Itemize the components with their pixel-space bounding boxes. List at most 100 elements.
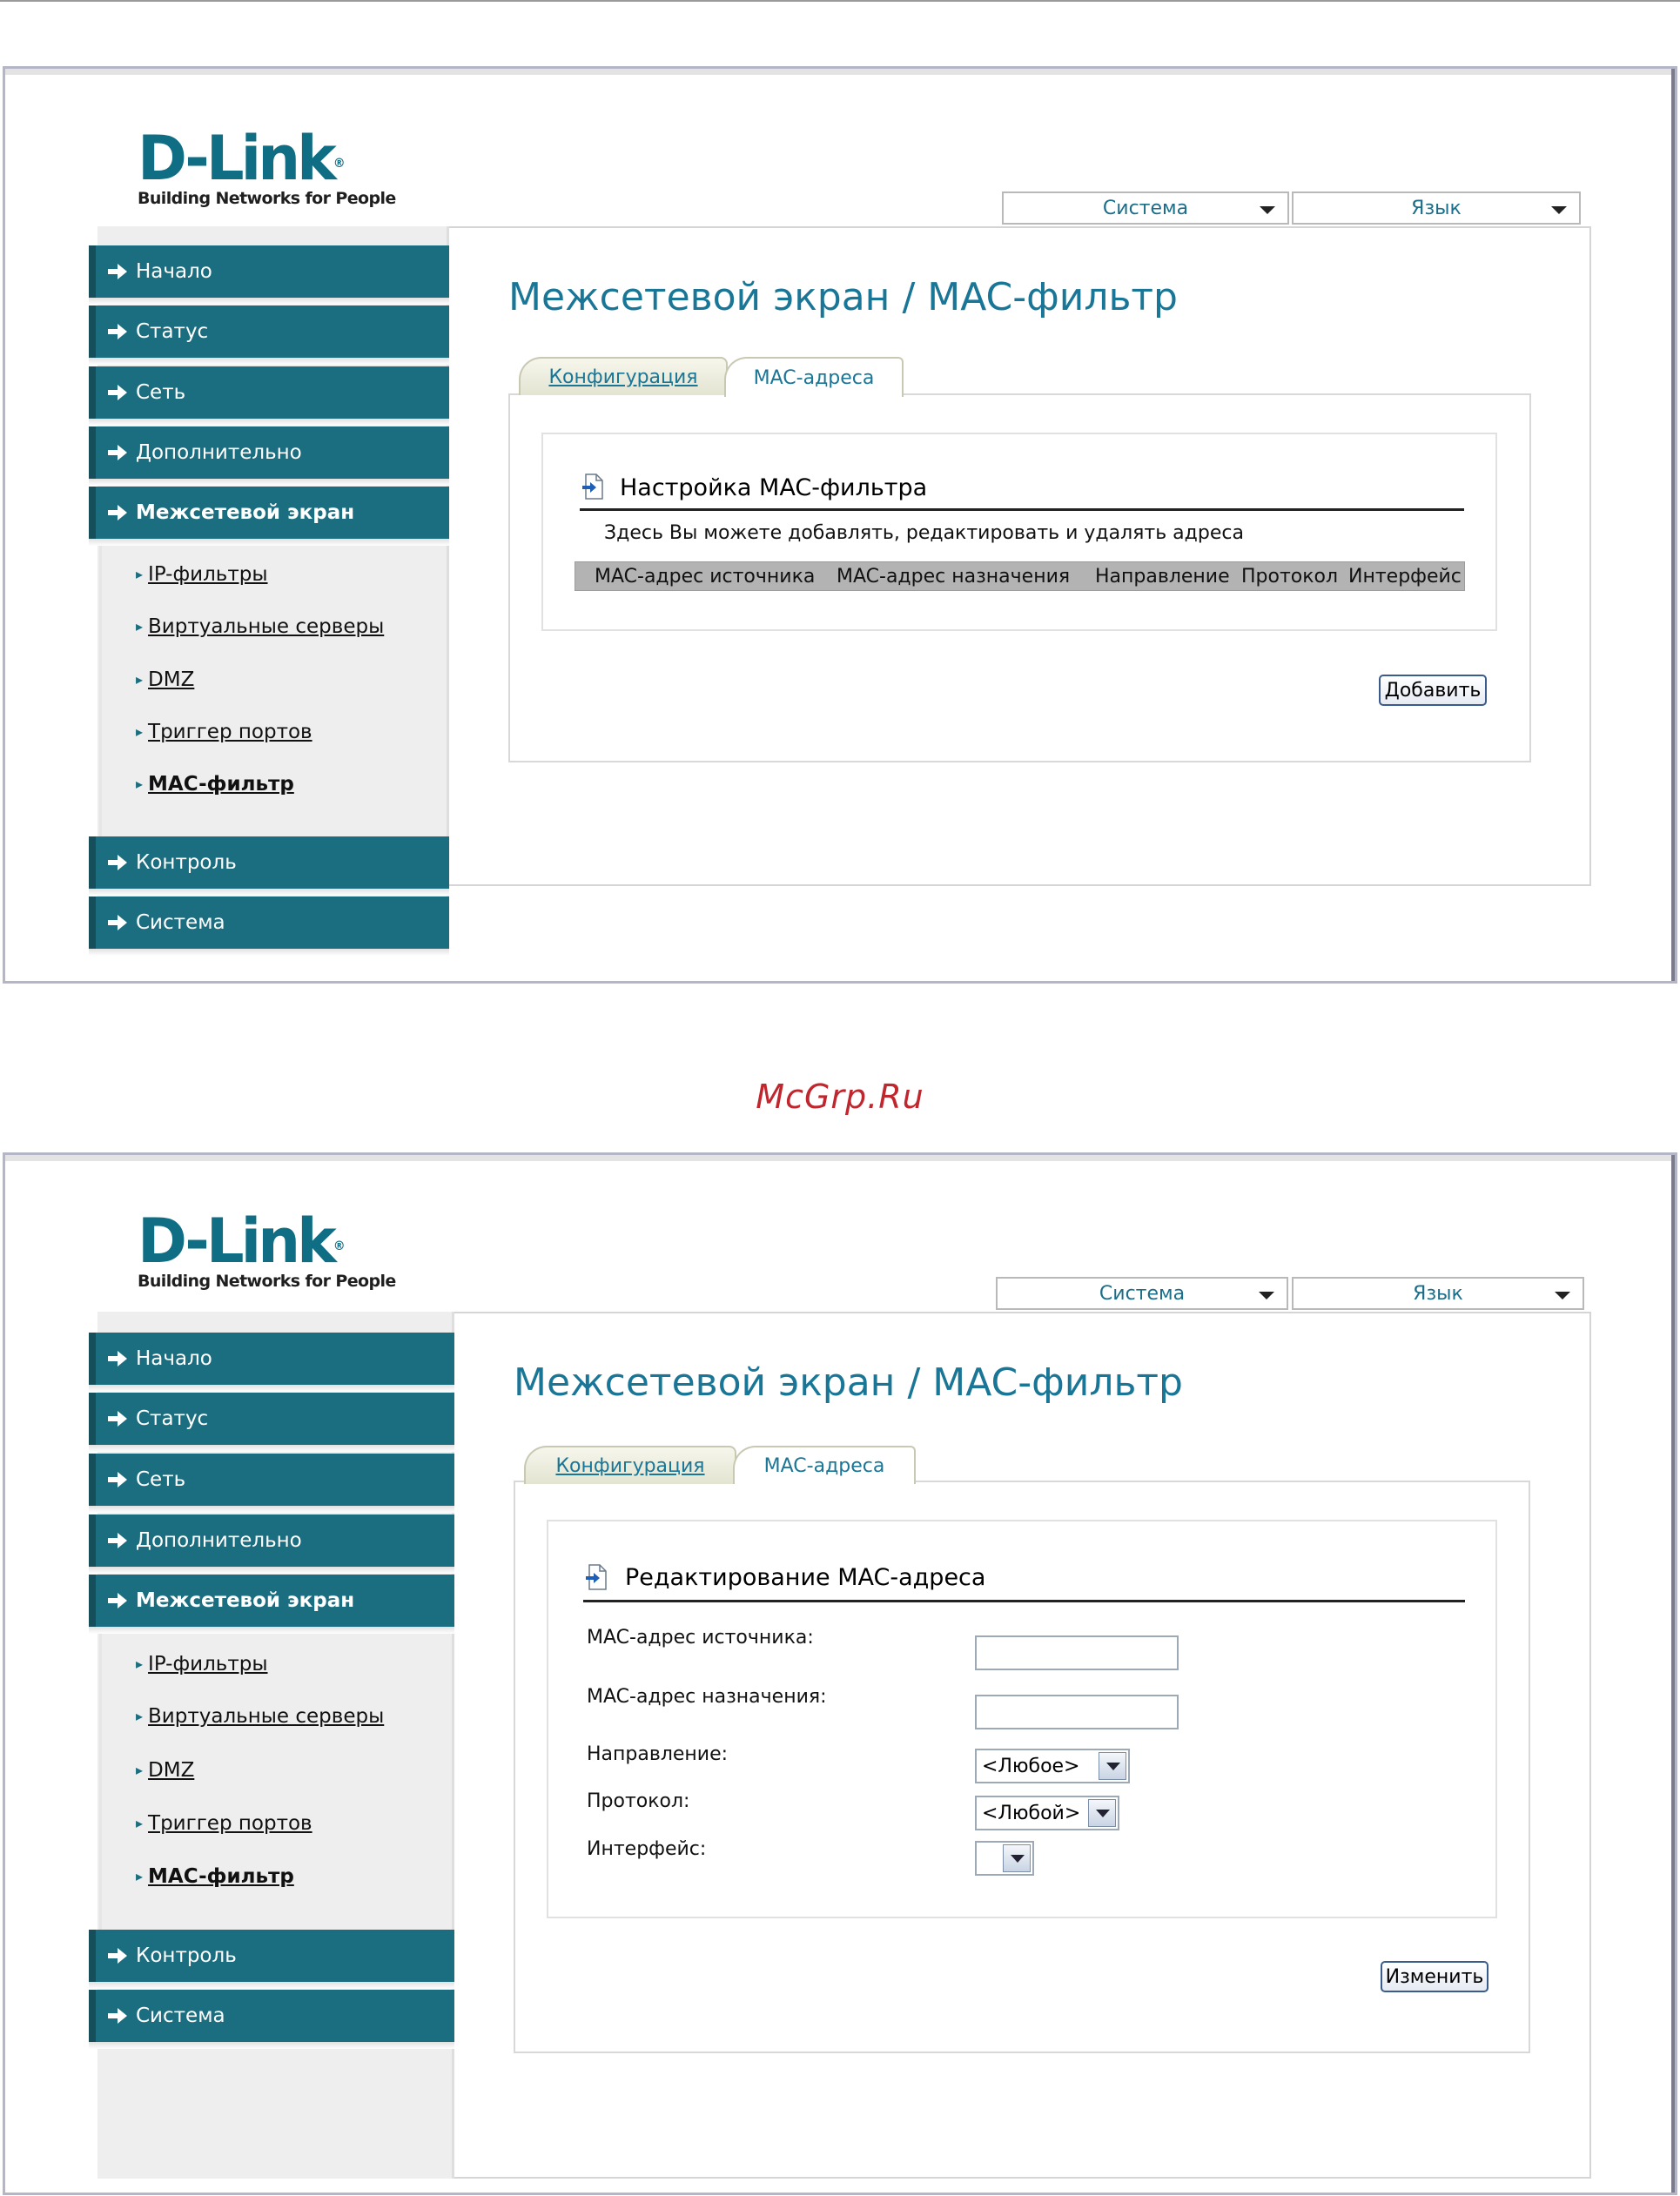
window-right-border [1671, 1155, 1675, 2193]
arrow-right-icon [108, 1351, 127, 1367]
protocol-label: Протокол: [587, 1790, 690, 1812]
page-title: Межсетевой экран / MAC-фильтр [514, 1360, 1183, 1405]
menu-item-network[interactable]: Сеть [89, 366, 449, 426]
menu-item-label: Система [136, 911, 225, 934]
destination-mac-input[interactable] [975, 1695, 1179, 1729]
arrow-right-icon [108, 324, 127, 339]
protocol-select-value: <Любой> [982, 1802, 1081, 1824]
protocol-select[interactable]: <Любой> [975, 1796, 1119, 1830]
menu-item-firewall[interactable]: Межсетевой экран [89, 487, 449, 546]
top-rule [0, 0, 1680, 2]
chevron-down-icon [1555, 1292, 1570, 1299]
menu-item-label: Межсетевой экран [136, 501, 355, 524]
logo-wordmark: D-Link® [138, 1205, 346, 1277]
tab-mac-addresses[interactable]: MAC-адреса [733, 1446, 916, 1484]
menu-item-label: Сеть [136, 1468, 186, 1491]
window-top-bar [5, 69, 1675, 75]
system-menu-select[interactable]: Система [1002, 191, 1289, 225]
menu-item-system[interactable]: Система [89, 1990, 454, 2049]
chevron-down-icon [1551, 206, 1567, 214]
system-menu-select[interactable]: Система [996, 1277, 1288, 1310]
chevron-down-icon[interactable] [1099, 1752, 1126, 1780]
menu-item-start[interactable]: Начало [89, 245, 449, 305]
mac-table-header: MAC-адрес источника MAC-адрес назначения… [575, 561, 1465, 591]
section-description: Здесь Вы можете добавлять, редактировать… [604, 522, 1244, 544]
arrow-right-icon [108, 445, 127, 460]
watermark: McGrp.Ru [756, 1078, 924, 1116]
language-select[interactable]: Язык [1292, 1277, 1584, 1310]
arrow-right-icon [108, 505, 127, 520]
chevron-down-icon[interactable] [1003, 1844, 1031, 1872]
screenshot-mac-filter-list: D-Link® Building Networks for People Сис… [3, 66, 1677, 984]
tab-configuration[interactable]: Конфигурация [519, 357, 728, 395]
menu-item-label: Статус [136, 1407, 209, 1430]
arrow-right-icon [108, 264, 127, 279]
submenu-ip-filters[interactable]: ▸ IP-фильтры [136, 1653, 268, 1676]
chevron-down-icon [1260, 206, 1275, 214]
window-top-bar [5, 1155, 1675, 1161]
arrow-right-icon [108, 2008, 127, 2024]
chevron-down-icon [1259, 1292, 1274, 1299]
direction-select[interactable]: <Любое> [975, 1749, 1130, 1783]
window-right-border [1671, 69, 1675, 981]
arrow-right-icon [108, 855, 127, 870]
dlink-logo: D-Link® Building Networks for People [138, 1205, 396, 1291]
logo-wordmark: D-Link® [138, 123, 346, 194]
menu-item-label: Контроль [136, 851, 237, 874]
tab-configuration[interactable]: Конфигурация [524, 1446, 736, 1484]
col-destination-mac: MAC-адрес назначения [837, 565, 1071, 588]
menu-item-label: Сеть [136, 381, 186, 404]
col-source-mac: MAC-адрес источника [595, 565, 816, 588]
submenu-virtual-servers[interactable]: ▸ Виртуальные серверы [136, 1705, 384, 1728]
section-title: Настройка MAC-фильтра [620, 474, 928, 501]
menu-item-control[interactable]: Контроль [89, 836, 449, 896]
add-button[interactable]: Добавить [1379, 675, 1487, 706]
menu-item-system[interactable]: Система [89, 897, 449, 956]
menu-item-label: Дополнительно [136, 441, 302, 464]
submenu-ip-filters[interactable]: ▸ IP-фильтры [136, 563, 268, 586]
section-divider [580, 508, 1464, 511]
arrow-right-icon [108, 1472, 127, 1488]
menu-item-firewall[interactable]: Межсетевой экран [89, 1575, 454, 1634]
screenshot-mac-edit: D-Link® Building Networks for People Сис… [3, 1152, 1677, 2195]
language-select-label: Язык [1413, 1282, 1463, 1305]
submenu-dmz[interactable]: ▸ DMZ [136, 668, 194, 691]
section-title: Редактирование MAC-адреса [625, 1564, 986, 1591]
dlink-logo: D-Link® Building Networks for People [138, 123, 396, 208]
menu-item-start[interactable]: Начало [89, 1333, 454, 1392]
col-direction: Направление [1095, 565, 1230, 588]
tab-mac-addresses[interactable]: MAC-адреса [724, 357, 904, 397]
menu-item-label: Система [136, 2005, 225, 2027]
language-select[interactable]: Язык [1292, 191, 1581, 225]
submenu-mac-filter[interactable]: ▸ MAC-фильтр [136, 773, 294, 796]
arrow-right-icon [108, 1948, 127, 1964]
menu-item-control[interactable]: Контроль [89, 1930, 454, 1989]
menu-item-network[interactable]: Сеть [89, 1454, 454, 1513]
page-title: Межсетевой экран / MAC-фильтр [508, 275, 1178, 319]
submenu-dmz[interactable]: ▸ DMZ [136, 1759, 194, 1782]
menu-item-label: Статус [136, 320, 209, 343]
source-mac-input[interactable] [975, 1635, 1179, 1670]
submenu-mac-filter[interactable]: ▸ MAC-фильтр [136, 1865, 294, 1888]
menu-item-advanced[interactable]: Дополнительно [89, 426, 449, 486]
arrow-right-icon [108, 1533, 127, 1548]
interface-select[interactable] [975, 1841, 1034, 1876]
direction-select-value: <Любое> [982, 1755, 1080, 1777]
section-divider [583, 1600, 1465, 1602]
system-menu-label: Система [1102, 197, 1189, 219]
source-mac-label: MAC-адрес источника: [587, 1627, 814, 1649]
menu-item-advanced[interactable]: Дополнительно [89, 1514, 454, 1574]
arrow-right-icon [108, 1411, 127, 1427]
language-select-label: Язык [1411, 197, 1462, 219]
menu-item-status[interactable]: Статус [89, 306, 449, 365]
menu-item-label: Начало [136, 1347, 212, 1370]
edit-button[interactable]: Изменить [1381, 1961, 1488, 1992]
submenu-port-trigger[interactable]: ▸ Триггер портов [136, 721, 312, 743]
submenu-virtual-servers[interactable]: ▸ Виртуальные серверы [136, 615, 384, 638]
arrow-right-icon [108, 915, 127, 930]
chevron-down-icon[interactable] [1088, 1799, 1116, 1827]
arrow-right-icon [108, 385, 127, 400]
menu-item-status[interactable]: Статус [89, 1393, 454, 1452]
submenu-port-trigger[interactable]: ▸ Триггер портов [136, 1812, 312, 1835]
system-menu-label: Система [1099, 1282, 1186, 1305]
